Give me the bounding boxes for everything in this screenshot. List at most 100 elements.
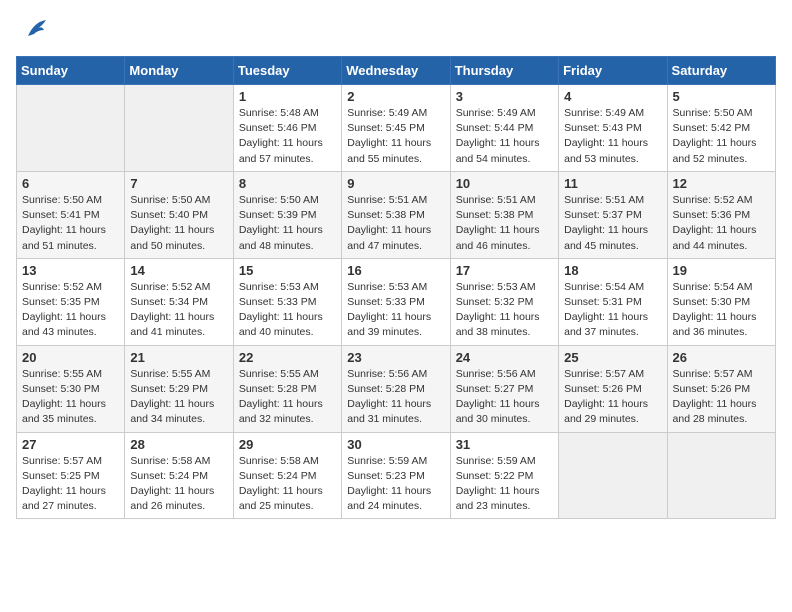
calendar-table: SundayMondayTuesdayWednesdayThursdayFrid… <box>16 56 776 519</box>
day-cell: 22 Sunrise: 5:55 AMSunset: 5:28 PMDayligh… <box>233 345 341 432</box>
day-cell: 19 Sunrise: 5:54 AMSunset: 5:30 PMDayligh… <box>667 258 775 345</box>
day-number: 15 <box>239 263 336 278</box>
header-thursday: Thursday <box>450 57 558 85</box>
day-number: 25 <box>564 350 661 365</box>
day-cell: 4 Sunrise: 5:49 AMSunset: 5:43 PMDaylight… <box>559 85 667 172</box>
day-cell: 13 Sunrise: 5:52 AMSunset: 5:35 PMDayligh… <box>17 258 125 345</box>
day-cell: 30Sunrise: 5:59 AMSunset: 5:23 PMDayligh… <box>342 432 450 519</box>
day-number: 23 <box>347 350 444 365</box>
day-info: Sunrise: 5:52 AMSunset: 5:34 PMDaylight:… <box>130 280 227 341</box>
day-number: 22 <box>239 350 336 365</box>
day-info: Sunrise: 5:49 AMSunset: 5:43 PMDaylight:… <box>564 106 661 167</box>
day-number: 17 <box>456 263 553 278</box>
header-monday: Monday <box>125 57 233 85</box>
week-row-5: 27 Sunrise: 5:57 AMSunset: 5:25 PMDayligh… <box>17 432 776 519</box>
day-number: 19 <box>673 263 770 278</box>
header-row: SundayMondayTuesdayWednesdayThursdayFrid… <box>17 57 776 85</box>
day-number: 27 <box>22 437 119 452</box>
day-info: Sunrise: 5:49 AMSunset: 5:45 PMDaylight:… <box>347 106 444 167</box>
day-cell: 16 Sunrise: 5:53 AMSunset: 5:33 PMDayligh… <box>342 258 450 345</box>
day-number: 31 <box>456 437 553 452</box>
day-info: Sunrise: 5:54 AMSunset: 5:30 PMDaylight:… <box>673 280 770 341</box>
day-info: Sunrise: 5:51 AMSunset: 5:38 PMDaylight:… <box>456 193 553 254</box>
day-cell: 6Sunrise: 5:50 AMSunset: 5:41 PMDaylight… <box>17 171 125 258</box>
day-number: 20 <box>22 350 119 365</box>
day-number: 11 <box>564 176 661 191</box>
day-cell: 25 Sunrise: 5:57 AMSunset: 5:26 PMDayligh… <box>559 345 667 432</box>
page-header <box>16 16 776 44</box>
day-info: Sunrise: 5:57 AMSunset: 5:26 PMDaylight:… <box>673 367 770 428</box>
day-cell: 3 Sunrise: 5:49 AMSunset: 5:44 PMDaylight… <box>450 85 558 172</box>
day-cell: 29Sunrise: 5:58 AMSunset: 5:24 PMDayligh… <box>233 432 341 519</box>
day-info: Sunrise: 5:49 AMSunset: 5:44 PMDaylight:… <box>456 106 553 167</box>
header-tuesday: Tuesday <box>233 57 341 85</box>
day-number: 5 <box>673 89 770 104</box>
header-sunday: Sunday <box>17 57 125 85</box>
day-number: 28 <box>130 437 227 452</box>
day-info: Sunrise: 5:51 AMSunset: 5:37 PMDaylight:… <box>564 193 661 254</box>
header-wednesday: Wednesday <box>342 57 450 85</box>
day-cell: 1Sunrise: 5:48 AMSunset: 5:46 PMDaylight… <box>233 85 341 172</box>
day-cell: 20 Sunrise: 5:55 AMSunset: 5:30 PMDayligh… <box>17 345 125 432</box>
day-cell: 28 Sunrise: 5:58 AMSunset: 5:24 PMDayligh… <box>125 432 233 519</box>
day-number: 24 <box>456 350 553 365</box>
day-cell <box>17 85 125 172</box>
day-cell: 31 Sunrise: 5:59 AMSunset: 5:22 PMDayligh… <box>450 432 558 519</box>
day-cell <box>125 85 233 172</box>
day-cell: 24 Sunrise: 5:56 AMSunset: 5:27 PMDayligh… <box>450 345 558 432</box>
header-saturday: Saturday <box>667 57 775 85</box>
day-info: Sunrise: 5:57 AMSunset: 5:25 PMDaylight:… <box>22 454 119 515</box>
day-info: Sunrise: 5:50 AMSunset: 5:39 PMDaylight:… <box>239 193 336 254</box>
day-number: 6 <box>22 176 119 191</box>
day-info: Sunrise: 5:52 AMSunset: 5:35 PMDaylight:… <box>22 280 119 341</box>
day-number: 3 <box>456 89 553 104</box>
day-info: Sunrise: 5:55 AMSunset: 5:30 PMDaylight:… <box>22 367 119 428</box>
day-cell: 2 Sunrise: 5:49 AMSunset: 5:45 PMDaylight… <box>342 85 450 172</box>
day-info: Sunrise: 5:48 AMSunset: 5:46 PMDaylight:… <box>239 106 336 167</box>
day-cell: 12 Sunrise: 5:52 AMSunset: 5:36 PMDayligh… <box>667 171 775 258</box>
day-cell: 10 Sunrise: 5:51 AMSunset: 5:38 PMDayligh… <box>450 171 558 258</box>
day-cell: 15Sunrise: 5:53 AMSunset: 5:33 PMDayligh… <box>233 258 341 345</box>
day-cell: 7 Sunrise: 5:50 AMSunset: 5:40 PMDaylight… <box>125 171 233 258</box>
day-number: 10 <box>456 176 553 191</box>
day-cell: 26 Sunrise: 5:57 AMSunset: 5:26 PMDayligh… <box>667 345 775 432</box>
day-info: Sunrise: 5:58 AMSunset: 5:24 PMDaylight:… <box>130 454 227 515</box>
day-number: 16 <box>347 263 444 278</box>
day-info: Sunrise: 5:54 AMSunset: 5:31 PMDaylight:… <box>564 280 661 341</box>
day-info: Sunrise: 5:53 AMSunset: 5:33 PMDaylight:… <box>347 280 444 341</box>
day-info: Sunrise: 5:55 AMSunset: 5:28 PMDaylight:… <box>239 367 336 428</box>
day-info: Sunrise: 5:52 AMSunset: 5:36 PMDaylight:… <box>673 193 770 254</box>
day-info: Sunrise: 5:56 AMSunset: 5:27 PMDaylight:… <box>456 367 553 428</box>
day-number: 8 <box>239 176 336 191</box>
day-number: 29 <box>239 437 336 452</box>
day-number: 7 <box>130 176 227 191</box>
day-cell: 27 Sunrise: 5:57 AMSunset: 5:25 PMDayligh… <box>17 432 125 519</box>
day-info: Sunrise: 5:50 AMSunset: 5:40 PMDaylight:… <box>130 193 227 254</box>
day-number: 21 <box>130 350 227 365</box>
week-row-2: 6Sunrise: 5:50 AMSunset: 5:41 PMDaylight… <box>17 171 776 258</box>
logo <box>16 16 48 44</box>
day-info: Sunrise: 5:57 AMSunset: 5:26 PMDaylight:… <box>564 367 661 428</box>
day-info: Sunrise: 5:51 AMSunset: 5:38 PMDaylight:… <box>347 193 444 254</box>
day-cell: 17Sunrise: 5:53 AMSunset: 5:32 PMDayligh… <box>450 258 558 345</box>
day-number: 4 <box>564 89 661 104</box>
day-cell: 8 Sunrise: 5:50 AMSunset: 5:39 PMDaylight… <box>233 171 341 258</box>
day-number: 30 <box>347 437 444 452</box>
day-info: Sunrise: 5:56 AMSunset: 5:28 PMDaylight:… <box>347 367 444 428</box>
header-friday: Friday <box>559 57 667 85</box>
day-number: 2 <box>347 89 444 104</box>
day-cell <box>667 432 775 519</box>
day-cell: 18 Sunrise: 5:54 AMSunset: 5:31 PMDayligh… <box>559 258 667 345</box>
day-number: 18 <box>564 263 661 278</box>
week-row-3: 13 Sunrise: 5:52 AMSunset: 5:35 PMDayligh… <box>17 258 776 345</box>
day-number: 26 <box>673 350 770 365</box>
day-number: 12 <box>673 176 770 191</box>
day-cell: 14 Sunrise: 5:52 AMSunset: 5:34 PMDayligh… <box>125 258 233 345</box>
day-info: Sunrise: 5:59 AMSunset: 5:22 PMDaylight:… <box>456 454 553 515</box>
day-cell <box>559 432 667 519</box>
day-number: 14 <box>130 263 227 278</box>
day-cell: 11 Sunrise: 5:51 AMSunset: 5:37 PMDayligh… <box>559 171 667 258</box>
day-cell: 23 Sunrise: 5:56 AMSunset: 5:28 PMDayligh… <box>342 345 450 432</box>
day-number: 13 <box>22 263 119 278</box>
day-number: 9 <box>347 176 444 191</box>
